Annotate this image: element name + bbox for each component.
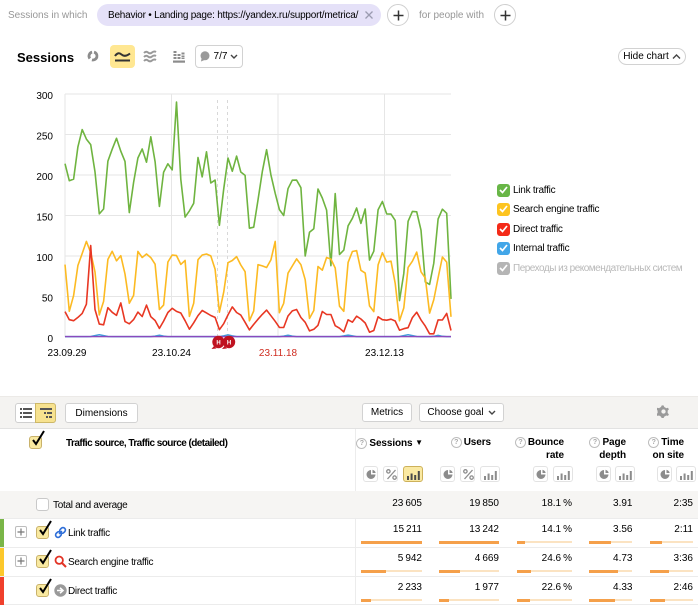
svg-text:300: 300 bbox=[36, 91, 53, 102]
svg-text:100: 100 bbox=[36, 253, 53, 264]
svg-text:250: 250 bbox=[36, 132, 53, 143]
svg-text:150: 150 bbox=[36, 213, 53, 224]
svg-text:23.11.18: 23.11.18 bbox=[259, 348, 298, 359]
svg-text:23.09.29: 23.09.29 bbox=[48, 348, 87, 359]
svg-text:H: H bbox=[227, 341, 231, 347]
svg-text:H: H bbox=[216, 341, 220, 347]
svg-text:23.12.13: 23.12.13 bbox=[365, 348, 404, 359]
svg-text:50: 50 bbox=[42, 294, 54, 305]
svg-text:200: 200 bbox=[36, 172, 53, 183]
svg-text:23.10.24: 23.10.24 bbox=[152, 348, 191, 359]
svg-text:0: 0 bbox=[47, 334, 53, 345]
